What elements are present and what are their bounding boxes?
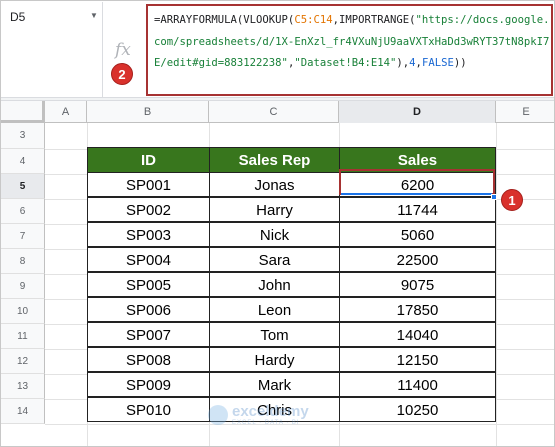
logo-icon	[208, 405, 228, 425]
spreadsheet-window: D5 ▼ fx 2 =ARRAYFORMULA(VLOOKUP(C5:C14,I…	[0, 0, 555, 447]
table-cell-sales-rep[interactable]: Tom	[209, 322, 340, 347]
fx-icon: fx	[115, 40, 131, 60]
select-all-corner[interactable]	[1, 101, 45, 123]
table-cell-id[interactable]: SP005	[87, 272, 210, 297]
watermark-logo: exceldemy EXCEL · DATA · BI	[208, 401, 348, 431]
row-header-13[interactable]: 13	[1, 374, 45, 399]
table-cell-sales-rep[interactable]: Hardy	[209, 347, 340, 372]
table-header-sales-rep: Sales Rep	[209, 147, 340, 173]
name-box-value: D5	[10, 10, 26, 24]
callout-badge-2: 2	[111, 63, 133, 85]
table-cell-sales[interactable]: 22500	[339, 247, 496, 272]
column-header-c[interactable]: C	[209, 101, 339, 123]
row-header-3[interactable]: 3	[1, 123, 45, 149]
table-cell-sales-rep[interactable]: John	[209, 272, 340, 297]
formula-part: =ARRAYFORMULA(VLOOKUP(	[154, 14, 295, 26]
table-cell-sales-rep[interactable]: Leon	[209, 297, 340, 322]
formula-part: "Dataset!B4:E14"	[294, 57, 397, 69]
table-cell-sales[interactable]: 11744	[339, 197, 496, 222]
row-header-9[interactable]: 9	[1, 274, 45, 299]
column-header-a[interactable]: A	[45, 101, 87, 123]
watermark-tagline: EXCEL · DATA · BI	[232, 420, 300, 426]
table-cell-sales[interactable]: 12150	[339, 347, 496, 372]
row-header-4[interactable]: 4	[1, 149, 45, 174]
table-cell-sales[interactable]: 14040	[339, 322, 496, 347]
row-header-10[interactable]: 10	[1, 299, 45, 324]
table-cell-sales-rep[interactable]: Sara	[209, 247, 340, 272]
row-header-7[interactable]: 7	[1, 224, 45, 249]
table-cell-id[interactable]: SP002	[87, 197, 210, 222]
table-cell-sales[interactable]: 9075	[339, 272, 496, 297]
column-header-d[interactable]: D	[339, 101, 496, 123]
column-header-b[interactable]: B	[87, 101, 209, 123]
column-header-e[interactable]: E	[496, 101, 554, 123]
row-header-11[interactable]: 11	[1, 324, 45, 349]
table-cell-id[interactable]: SP008	[87, 347, 210, 372]
name-box[interactable]: D5 ▼	[2, 2, 103, 97]
formula-bar[interactable]: =ARRAYFORMULA(VLOOKUP(C5:C14,IMPORTRANGE…	[146, 4, 553, 96]
watermark-name: exceldemy	[232, 403, 309, 420]
formula-part: FALSE	[421, 57, 454, 69]
formula-part: C5:C14	[294, 14, 333, 26]
table-cell-sales[interactable]: 10250	[339, 397, 496, 422]
row-header-6[interactable]: 6	[1, 199, 45, 224]
active-cell-indicator	[341, 193, 492, 195]
row-header-5[interactable]: 5	[1, 174, 45, 199]
table-cell-id[interactable]: SP009	[87, 372, 210, 397]
table-cell-sales[interactable]: 5060	[339, 222, 496, 247]
formula-part: ,IMPORTRANGE(	[332, 14, 416, 26]
table-cell-sales-rep[interactable]: Jonas	[209, 172, 340, 197]
row-header-14[interactable]: 14	[1, 399, 45, 424]
table-cell-sales[interactable]: 11400	[339, 372, 496, 397]
table-cell-sales[interactable]: 17850	[339, 297, 496, 322]
table-cell-id[interactable]: SP001	[87, 172, 210, 197]
table-cell-id[interactable]: SP010	[87, 397, 210, 422]
formula-part: ))	[453, 57, 467, 69]
fill-handle[interactable]	[491, 194, 497, 200]
table-cell-id[interactable]: SP006	[87, 297, 210, 322]
callout-badge-1: 1	[501, 189, 523, 211]
row-header-12[interactable]: 12	[1, 349, 45, 374]
formula-text[interactable]: =ARRAYFORMULA(VLOOKUP(C5:C14,IMPORTRANGE…	[154, 10, 550, 75]
gridline	[496, 123, 497, 446]
formula-part: ),	[396, 57, 410, 69]
table-header-id: ID	[87, 147, 210, 173]
table-cell-id[interactable]: SP007	[87, 322, 210, 347]
highlight-box	[339, 169, 495, 195]
table-cell-sales-rep[interactable]: Mark	[209, 372, 340, 397]
table-cell-id[interactable]: SP003	[87, 222, 210, 247]
chevron-down-icon[interactable]: ▼	[90, 11, 98, 20]
row-header-8[interactable]: 8	[1, 249, 45, 274]
table-cell-sales-rep[interactable]: Nick	[209, 222, 340, 247]
table-cell-id[interactable]: SP004	[87, 247, 210, 272]
table-cell-sales-rep[interactable]: Harry	[209, 197, 340, 222]
